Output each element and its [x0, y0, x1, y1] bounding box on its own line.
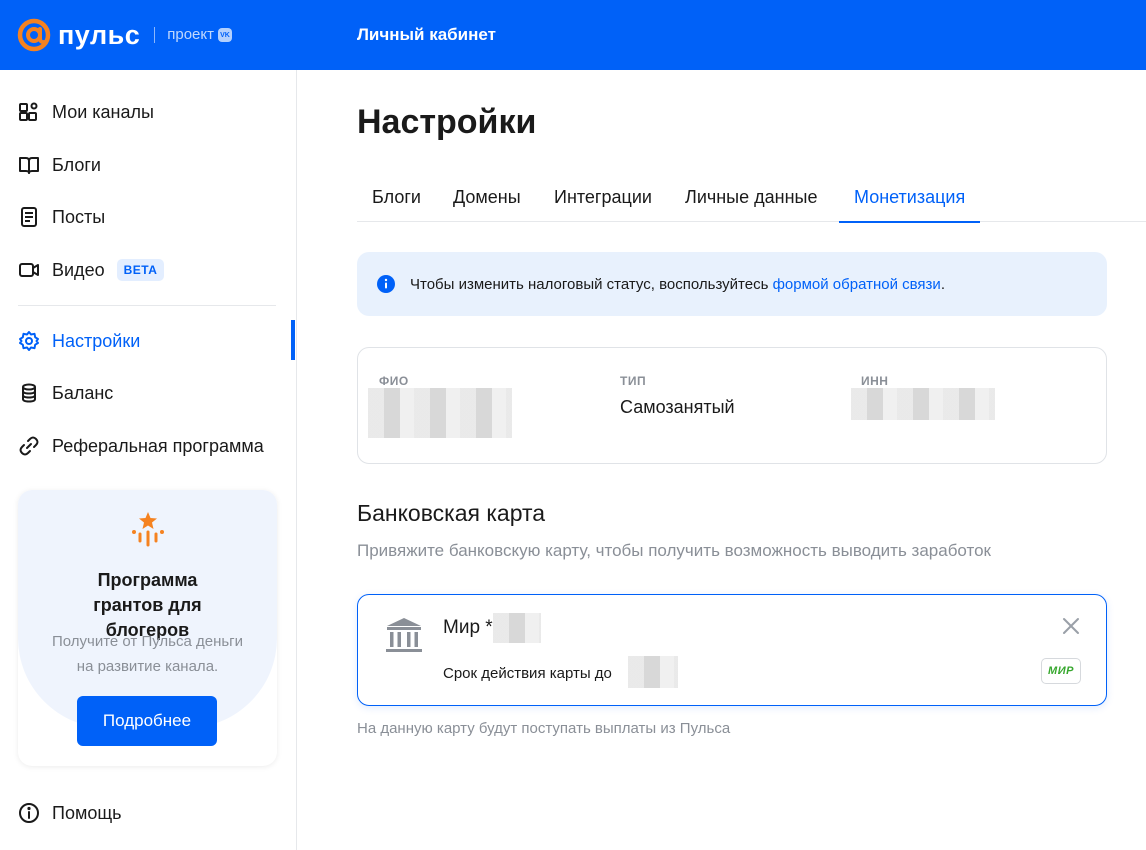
bank-icon — [386, 618, 422, 652]
sidebar-item-label: Видео — [52, 259, 105, 280]
pulse-logo[interactable]: пульс проект VK — [16, 17, 232, 53]
tab-blogs[interactable]: Блоги — [357, 178, 436, 222]
settings-tabs: Блоги Домены Интеграции Личные данные Мо… — [357, 178, 1146, 223]
sidebar-item-help[interactable]: Помощь — [18, 795, 288, 831]
card-name: Мир * — [443, 617, 493, 638]
close-icon[interactable] — [1060, 615, 1082, 637]
at-sign-icon — [17, 18, 51, 52]
sidebar-item-posts[interactable]: Посты — [18, 199, 288, 235]
sidebar-item-label: Реферальная программа — [52, 435, 264, 456]
sidebar-item-label: Посты — [52, 206, 106, 227]
tax-status-notice: Чтобы изменить налоговый статус, восполь… — [357, 252, 1107, 316]
logo-separator — [154, 27, 156, 43]
sidebar-item-label: Мои каналы — [52, 101, 154, 122]
tab-integrations[interactable]: Интеграции — [539, 178, 667, 222]
header-title[interactable]: Личный кабинет — [357, 25, 496, 45]
inn-label: ИНН — [861, 374, 889, 388]
bank-card-title: Банковская карта — [357, 500, 546, 526]
sidebar-item-balance[interactable]: Баланс — [18, 375, 288, 411]
mir-payment-logo: МИР — [1041, 658, 1081, 684]
bank-card-subtitle: Привяжите банковскую карту, чтобы получи… — [357, 541, 991, 560]
sidebar-item-channels[interactable]: Мои каналы — [18, 94, 288, 130]
notice-text: Чтобы изменить налоговый статус, восполь… — [410, 275, 945, 293]
tab-domains[interactable]: Домены — [438, 178, 536, 222]
card-payout-note: На данную карту будут поступать выплаты … — [357, 720, 731, 737]
fio-label: ФИО — [379, 374, 409, 388]
top-bar: пульс проект VK Личный кабинет — [0, 0, 1146, 70]
info-icon — [377, 275, 395, 293]
gear-icon — [18, 330, 40, 352]
sidebar-item-label: Помощь — [52, 802, 122, 823]
promo-text: Получите от Пульса деньги на развитие ка… — [51, 633, 244, 675]
page-title: Настройки — [357, 103, 537, 141]
sidebar-divider — [18, 305, 276, 306]
type-value: Самозанятый — [620, 397, 735, 417]
bank-card[interactable]: Мир * Срок действия карты до МИР — [357, 594, 1107, 706]
tab-personal-data[interactable]: Личные данные — [670, 178, 832, 222]
grants-promo-card: Программа грантов для блогеров Получите … — [18, 490, 277, 766]
feedback-form-link[interactable]: формой обратной связи — [773, 276, 941, 293]
details-button[interactable]: Подробнее — [77, 696, 217, 746]
card-expiry-label: Срок действия карты до — [443, 665, 612, 682]
card-number-blurred — [493, 613, 541, 643]
vk-logo-icon: VK — [218, 28, 232, 42]
active-indicator — [291, 320, 295, 360]
sidebar-item-referral[interactable]: Реферальная программа — [18, 428, 288, 464]
info-icon — [18, 802, 40, 824]
tab-monetization[interactable]: Монетизация — [839, 178, 981, 223]
document-icon — [18, 206, 40, 228]
type-label: ТИП — [620, 374, 647, 388]
sidebar-item-label: Настройки — [52, 330, 141, 351]
sidebar-item-video[interactable]: Видео BETA — [18, 252, 288, 288]
sidebar-item-blogs[interactable]: Блоги — [18, 147, 288, 183]
video-icon — [18, 259, 40, 281]
inn-value-blurred — [851, 388, 995, 420]
beta-badge: BETA — [116, 259, 165, 281]
personal-data-card: ФИО ТИП Самозанятый ИНН — [357, 347, 1107, 464]
star-fireworks-icon — [132, 512, 164, 547]
sidebar-item-label: Баланс — [52, 382, 114, 403]
card-expiry-blurred — [628, 656, 678, 688]
link-icon — [18, 435, 40, 457]
logo-project-text: проект — [167, 26, 214, 43]
logo-word: пульс — [58, 20, 141, 50]
sidebar-item-settings[interactable]: Настройки — [18, 323, 288, 359]
book-icon — [18, 154, 40, 176]
sidebar-item-label: Блоги — [52, 154, 101, 175]
channels-icon — [18, 101, 40, 123]
fio-value-blurred — [368, 388, 512, 438]
sidebar: Мои каналы Блоги Посты Видео BETA Настро… — [0, 70, 297, 850]
coins-icon — [18, 382, 40, 404]
